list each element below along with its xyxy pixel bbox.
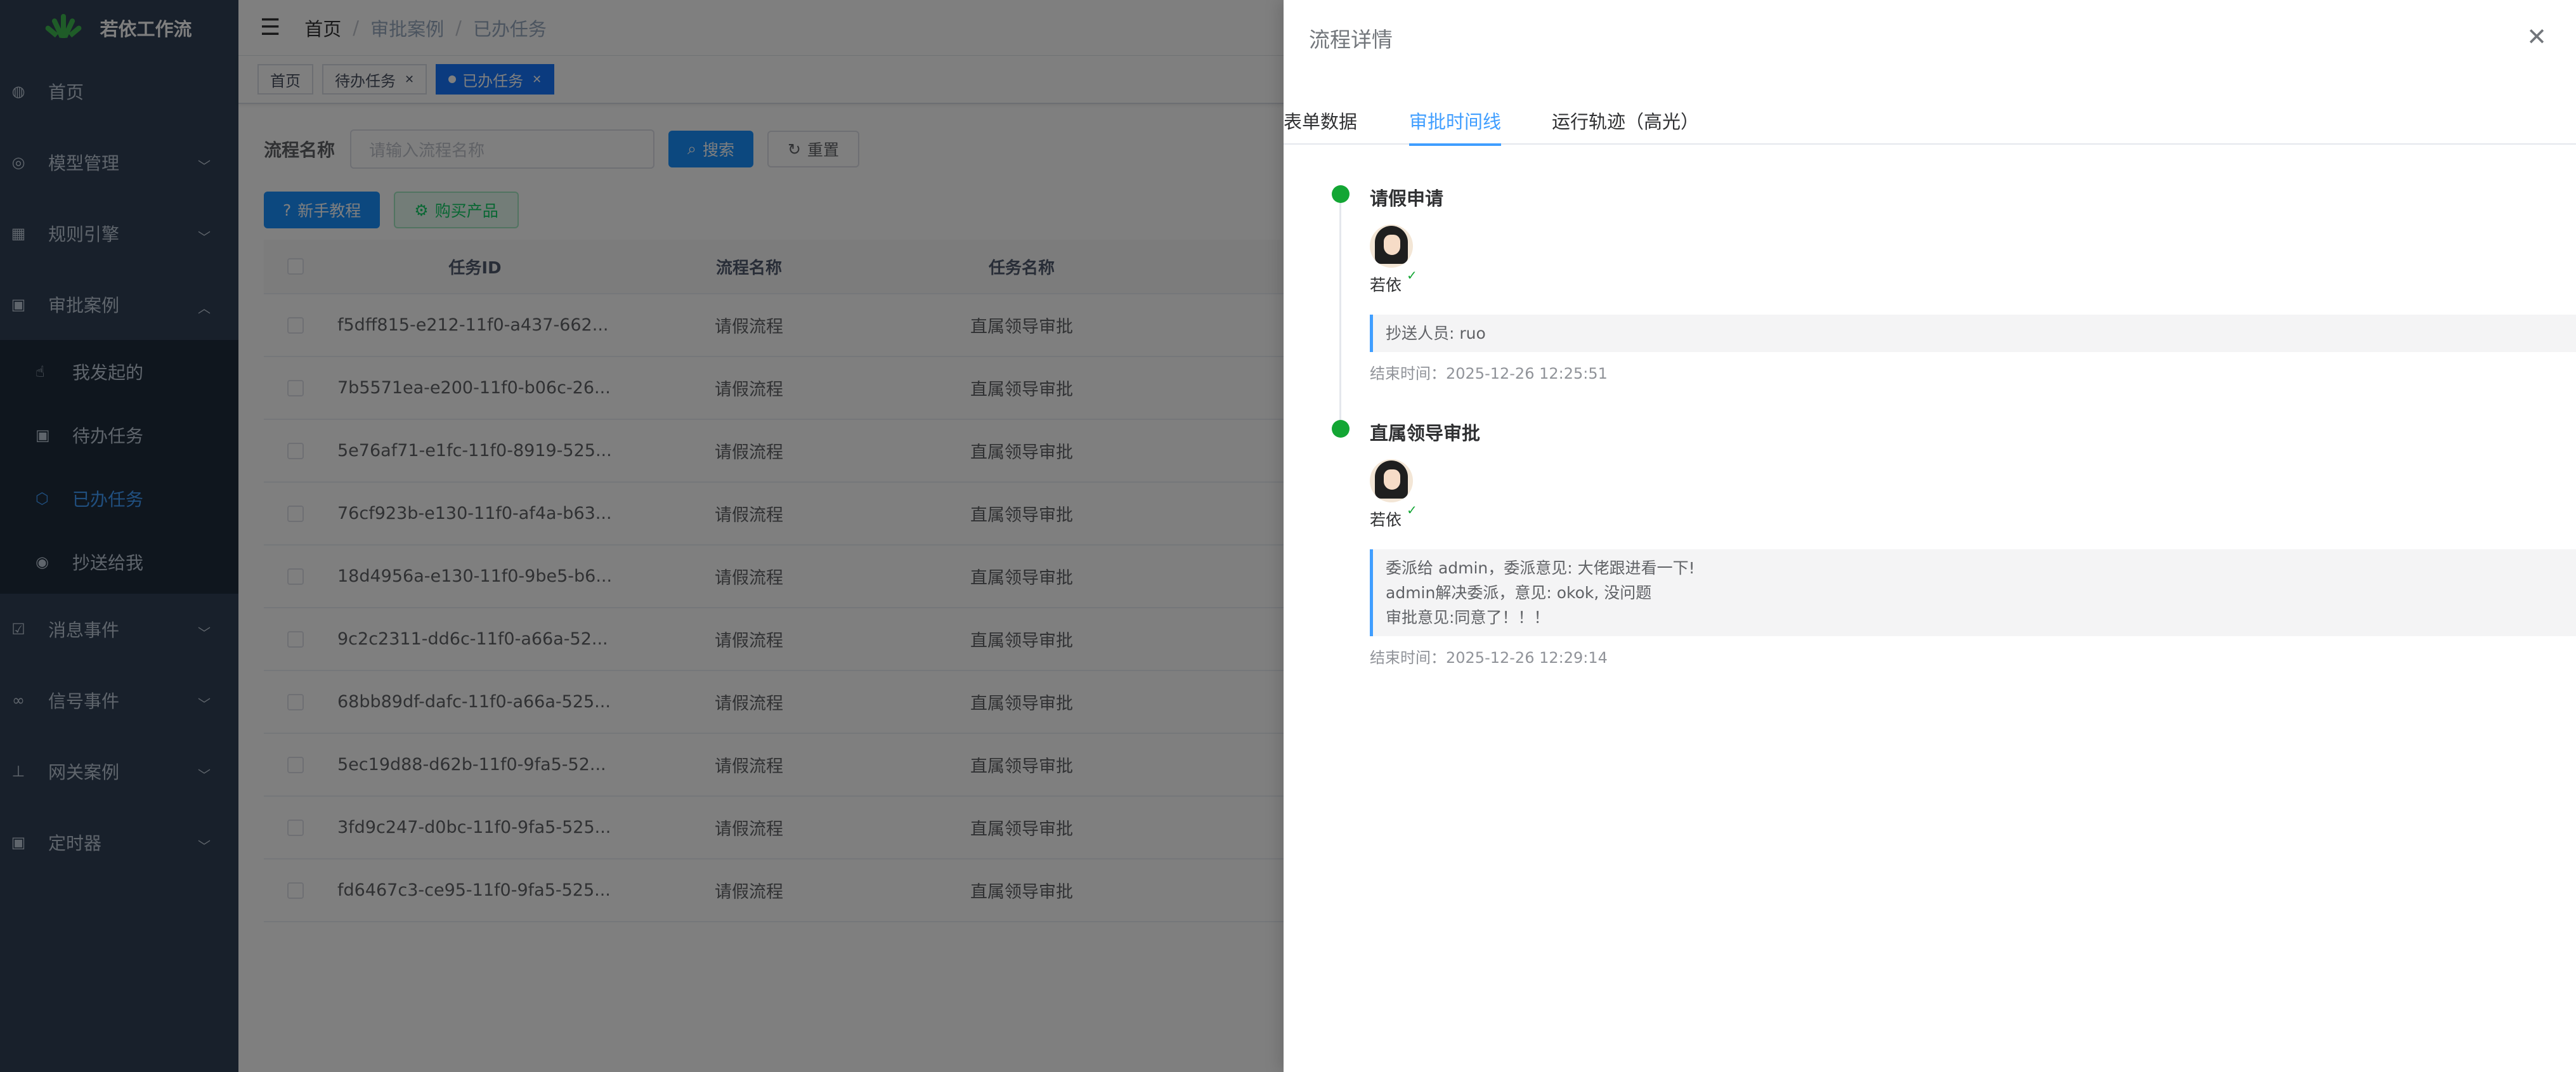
avatar xyxy=(1370,225,1413,268)
node-title: 直属领导审批 xyxy=(1370,422,1481,444)
avatar xyxy=(1370,459,1413,502)
comment-box: 抄送人员: ruo xyxy=(1370,315,2576,352)
tab-run-trace[interactable]: 运行轨迹（高光） xyxy=(1552,96,1699,145)
timeline-node: 直属领导审批 ✓ 若依 委派给 admin，委派意见: 大佬跟进看一下! adm… xyxy=(1370,419,2576,667)
comment-line: 审批意见:同意了！！！ xyxy=(1386,608,1550,627)
drawer-title: 流程详情 xyxy=(1309,27,1393,52)
comment-line: 委派给 admin，委派意见: 大佬跟进看一下! xyxy=(1386,559,1695,577)
comment-line: 抄送人员: ruo xyxy=(1386,324,1486,343)
drawer-tabs: 表单数据 审批时间线 运行轨迹（高光） xyxy=(1284,96,2576,146)
tab-approval-timeline[interactable]: 审批时间线 xyxy=(1409,96,1502,146)
close-icon[interactable]: ✕ xyxy=(2527,23,2547,51)
end-time: 结束时间：2025-12-26 12:25:51 xyxy=(1370,365,1608,382)
tab-form-data[interactable]: 表单数据 xyxy=(1284,96,1357,145)
comment-line: admin解决委派，意见: okok, 没问题 xyxy=(1386,584,1652,602)
process-detail-drawer: 流程详情 ✕ 表单数据 审批时间线 运行轨迹（高光） 请假申请 ✓ 若依 抄送人… xyxy=(1284,0,2576,1072)
check-icon: ✓ xyxy=(1407,502,1417,518)
user-avatar-wrap: ✓ xyxy=(1370,225,1421,283)
timeline-dot xyxy=(1332,185,1350,203)
timeline-dot xyxy=(1332,420,1350,438)
user-name: 若依 xyxy=(1370,511,1402,529)
timeline-line xyxy=(1339,199,1341,425)
node-title: 请假申请 xyxy=(1370,188,1444,209)
end-time: 结束时间：2025-12-26 12:29:14 xyxy=(1370,649,1608,667)
comment-box: 委派给 admin，委派意见: 大佬跟进看一下! admin解决委派，意见: o… xyxy=(1370,549,2576,636)
user-name: 若依 xyxy=(1370,276,1402,294)
timeline-node: 请假申请 ✓ 若依 抄送人员: ruo 结束时间：2025-12-26 12:2… xyxy=(1370,184,2576,383)
user-avatar-wrap: ✓ xyxy=(1370,459,1421,518)
check-icon: ✓ xyxy=(1407,268,1417,283)
